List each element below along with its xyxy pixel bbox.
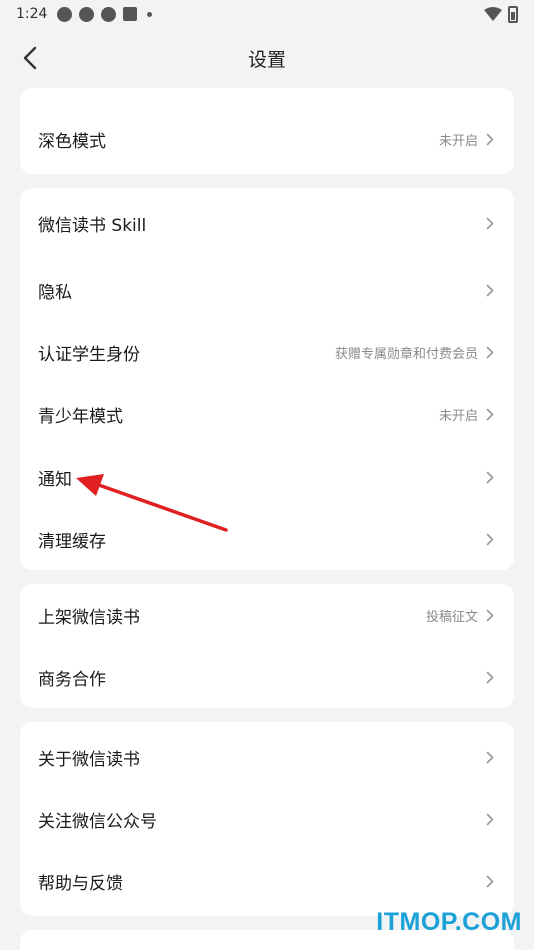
back-button[interactable] xyxy=(14,42,46,74)
nav-bar: 设置 xyxy=(0,28,534,88)
chevron-right-icon xyxy=(484,532,496,546)
row-label: 青少年模式 xyxy=(38,406,123,427)
wifi-icon xyxy=(484,7,502,21)
chevron-right-icon xyxy=(484,132,496,146)
chevron-right-icon xyxy=(484,216,496,230)
row-hint: 投稿征文 xyxy=(425,609,478,625)
row-label: 关于微信读书 xyxy=(38,749,140,770)
row-label: 隐私 xyxy=(38,282,72,303)
chevron-right-icon xyxy=(484,407,496,421)
row-label: 上架微信读书 xyxy=(38,607,140,628)
student-verify-row[interactable]: 认证学生身份 获赠专属勋章和付费会员 xyxy=(20,321,514,383)
settings-section-display: 深色模式 未开启 xyxy=(20,88,514,174)
notification-row[interactable]: 通知 xyxy=(20,446,514,508)
row-hint: 获赠专属勋章和付费会员 xyxy=(334,346,478,362)
publish-row[interactable]: 上架微信读书 投稿征文 xyxy=(20,584,514,646)
settings-section-general: 微信读书 Skill 隐私 认证学生身份 获赠专属勋章和付费会员 青少年模式 未… xyxy=(20,188,514,570)
settings-section-publish: 上架微信读书 投稿征文 商务合作 xyxy=(20,584,514,708)
chevron-right-icon xyxy=(484,470,496,484)
chevron-right-icon xyxy=(484,874,496,888)
app-notification-icon xyxy=(101,6,117,22)
row-label: 帮助与反馈 xyxy=(38,873,123,894)
dark-mode-row[interactable]: 深色模式 未开启 xyxy=(20,108,514,170)
status-right xyxy=(484,5,518,23)
chevron-right-icon xyxy=(484,345,496,359)
chevron-right-icon xyxy=(484,608,496,622)
row-label: 关注微信公众号 xyxy=(38,811,157,832)
row-label: 通知 xyxy=(38,469,72,490)
row-label: 商务合作 xyxy=(38,669,106,690)
page-title: 设置 xyxy=(247,48,286,71)
app-notification-icon xyxy=(57,6,73,22)
row-label: 认证学生身份 xyxy=(38,344,140,365)
battery-icon xyxy=(508,5,518,23)
skill-row[interactable]: 微信读书 Skill xyxy=(20,192,514,254)
chevron-right-icon xyxy=(484,750,496,764)
status-bar: 1:24 xyxy=(0,0,534,28)
app-notification-icon xyxy=(79,6,95,22)
clear-cache-row[interactable]: 清理缓存 xyxy=(20,508,514,570)
about-row[interactable]: 关于微信读书 xyxy=(20,726,514,788)
chevron-left-icon xyxy=(23,46,37,70)
row-hint: 未开启 xyxy=(438,133,478,149)
settings-section-about: 关于微信读书 关注微信公众号 帮助与反馈 xyxy=(20,722,514,916)
business-row[interactable]: 商务合作 xyxy=(20,646,514,708)
help-feedback-row[interactable]: 帮助与反馈 xyxy=(20,850,514,912)
row-label: 深色模式 xyxy=(38,131,106,152)
watermark-logo: ITMOP.COM xyxy=(376,908,522,936)
stop-notification-icon xyxy=(123,7,138,21)
chevron-right-icon xyxy=(484,283,496,297)
teen-mode-row[interactable]: 青少年模式 未开启 xyxy=(20,383,514,445)
follow-official-account-row[interactable]: 关注微信公众号 xyxy=(20,788,514,850)
status-time: 1:24 xyxy=(16,6,48,22)
row-label: 清理缓存 xyxy=(38,531,106,552)
more-notifications-dot-icon xyxy=(147,11,153,17)
privacy-row[interactable]: 隐私 xyxy=(20,259,514,321)
row-label: 微信读书 Skill xyxy=(38,215,147,236)
chevron-right-icon xyxy=(484,670,496,684)
row-hint: 未开启 xyxy=(438,408,478,424)
chevron-right-icon xyxy=(484,812,496,826)
